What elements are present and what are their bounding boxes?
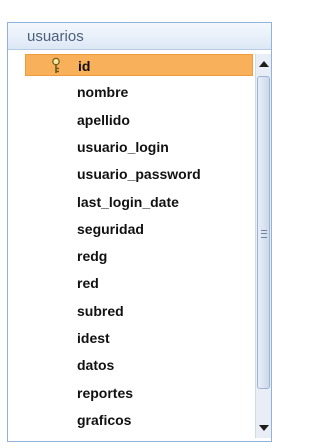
arrow-down-icon xyxy=(258,425,269,431)
field-list[interactable]: id nombre apellido usuario_login usuario_pas… xyxy=(25,54,253,438)
field-row-id[interactable]: id xyxy=(25,54,253,76)
field-name: usuario_password xyxy=(77,166,201,183)
field-row-apellido[interactable]: apellido xyxy=(25,109,253,131)
vertical-scrollbar[interactable] xyxy=(255,54,271,438)
field-row-usuario_login[interactable]: usuario_login xyxy=(25,136,253,158)
scroll-up-button[interactable] xyxy=(256,54,271,74)
field-name: nombre xyxy=(77,84,129,101)
scroll-thumb[interactable] xyxy=(257,76,270,389)
field-name: seguridad xyxy=(77,220,144,237)
table-title: usuarios xyxy=(27,28,84,45)
field-row-idest[interactable]: idest xyxy=(25,327,253,349)
field-row-seguridad[interactable]: seguridad xyxy=(25,218,253,240)
field-row-redg[interactable]: redg xyxy=(25,245,253,267)
field-name: usuario_login xyxy=(77,138,169,155)
field-name: datos xyxy=(77,357,115,374)
field-name: red xyxy=(77,275,99,292)
scroll-track[interactable] xyxy=(257,76,270,416)
scroll-down-button[interactable] xyxy=(256,418,271,438)
field-name: id xyxy=(78,58,91,74)
field-row-subred[interactable]: subred xyxy=(25,300,253,322)
arrow-up-icon xyxy=(258,61,269,67)
field-name: apellido xyxy=(77,111,130,128)
field-name: graficos xyxy=(77,411,132,428)
grip-icon xyxy=(261,229,267,238)
field-name: reportes xyxy=(77,384,134,401)
field-row-reportes[interactable]: reportes xyxy=(25,382,253,404)
table-field-list-window[interactable]: usuarios id nombre apellido usuario_loginus… xyxy=(7,22,272,442)
field-name: idest xyxy=(77,330,110,346)
field-row-red[interactable]: red xyxy=(25,272,253,294)
table-title-bar[interactable]: usuarios xyxy=(8,23,271,50)
field-row-last_login_date[interactable]: last_login_date xyxy=(25,191,253,213)
field-row-datos[interactable]: datos xyxy=(25,354,253,376)
field-name: redg xyxy=(77,248,108,265)
field-row-graficos[interactable]: graficos xyxy=(25,409,253,431)
field-name: subred xyxy=(77,302,124,319)
field-row-usuario_password[interactable]: usuario_password xyxy=(25,163,253,185)
field-name: last_login_date xyxy=(77,193,179,210)
field-row-nombre[interactable]: nombre xyxy=(25,81,253,103)
primary-key-icon xyxy=(52,57,60,73)
